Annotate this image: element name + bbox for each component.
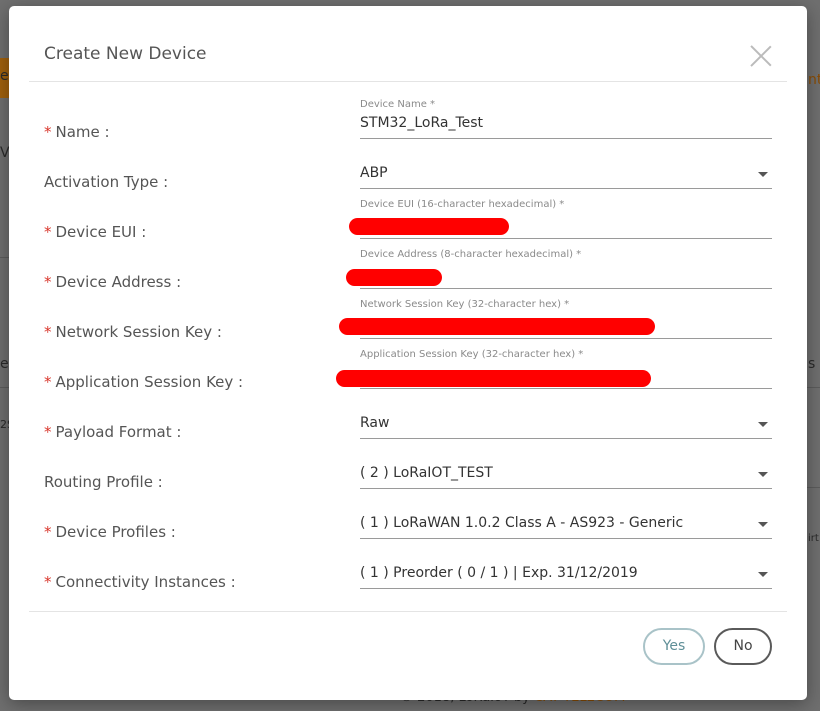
background-text-fragment: nt	[808, 72, 820, 88]
required-marker: *	[44, 273, 52, 291]
background-text-fragment: irt	[808, 533, 819, 544]
network-session-key-label: * Network Session Key :	[44, 323, 222, 341]
redaction-mark	[336, 370, 651, 387]
name-label: * Name :	[44, 123, 110, 141]
connectivity-instances-label: * Connectivity Instances :	[44, 573, 236, 591]
activation-type-row: Activation Type : ABP	[9, 143, 807, 193]
device-eui-row: * Device EUI : Device EUI (16-character h…	[9, 193, 807, 243]
close-icon[interactable]	[749, 44, 773, 68]
activation-type-label: Activation Type :	[44, 173, 169, 191]
redaction-mark	[349, 218, 509, 235]
modal-title: Create New Device	[44, 44, 207, 64]
network-session-key-float-label: Network Session Key (32-character hex) *	[360, 299, 570, 310]
application-session-key-row: * Application Session Key : Application S…	[9, 343, 807, 393]
application-session-key-float-label: Application Session Key (32-character he…	[360, 349, 584, 360]
payload-format-label: * Payload Format :	[44, 423, 182, 441]
device-name-input[interactable]: STM32_LoRa_Test	[360, 112, 772, 139]
chevron-down-icon	[758, 172, 768, 177]
background-text-fragment: e	[0, 68, 9, 84]
create-device-modal: Create New Device * Name : Device Name * …	[9, 6, 807, 700]
background-divider	[807, 487, 820, 488]
required-marker: *	[44, 223, 52, 241]
required-marker: *	[44, 373, 52, 391]
required-marker: *	[44, 423, 52, 441]
background-divider	[0, 257, 9, 258]
device-address-row: * Device Address : Device Address (8-char…	[9, 243, 807, 293]
name-float-label: Device Name *	[360, 99, 436, 110]
chevron-down-icon	[758, 472, 768, 477]
background-text-fragment: s	[808, 356, 816, 372]
payload-format-value: Raw	[360, 415, 390, 431]
device-name-value: STM32_LoRa_Test	[360, 115, 484, 131]
routing-profile-label: Routing Profile :	[44, 473, 163, 491]
network-session-key-row: * Network Session Key : Network Session K…	[9, 293, 807, 343]
device-address-float-label: Device Address (8-character hexadecimal)…	[360, 249, 582, 260]
connectivity-instances-value: ( 1 ) Preorder ( 0 / 1 ) | Exp. 31/12/20…	[360, 565, 638, 581]
connectivity-instances-row: * Connectivity Instances : ( 1 ) Preorder…	[9, 543, 807, 593]
chevron-down-icon	[758, 422, 768, 427]
required-marker: *	[44, 323, 52, 341]
background-divider	[0, 387, 9, 388]
no-button[interactable]: No	[714, 628, 772, 665]
device-profiles-row: * Device Profiles : ( 1 ) LoRaWAN 1.0.2 C…	[9, 493, 807, 543]
redaction-mark	[339, 318, 655, 335]
required-marker: *	[44, 123, 52, 141]
footer-divider	[29, 611, 787, 612]
chevron-down-icon	[758, 572, 768, 577]
activation-type-value: ABP	[360, 165, 388, 181]
header-divider	[29, 81, 787, 82]
payload-format-row: * Payload Format : Raw	[9, 393, 807, 443]
device-profiles-label: * Device Profiles :	[44, 523, 176, 541]
routing-profile-select[interactable]: ( 2 ) LoRaIOT_TEST	[360, 462, 772, 489]
device-eui-label: * Device EUI :	[44, 223, 147, 241]
activation-type-select[interactable]: ABP	[360, 162, 772, 189]
device-eui-float-label: Device EUI (16-character hexadecimal) *	[360, 199, 565, 210]
yes-button[interactable]: Yes	[643, 628, 705, 665]
device-address-label: * Device Address :	[44, 273, 182, 291]
routing-profile-value: ( 2 ) LoRaIOT_TEST	[360, 465, 493, 481]
redaction-mark	[346, 269, 442, 286]
name-row: * Name : Device Name * STM32_LoRa_Test	[9, 93, 807, 143]
device-profiles-select[interactable]: ( 1 ) LoRaWAN 1.0.2 Class A - AS923 - Ge…	[360, 512, 772, 539]
background-divider	[807, 387, 820, 388]
required-marker: *	[44, 523, 52, 541]
routing-profile-row: Routing Profile : ( 2 ) LoRaIOT_TEST	[9, 443, 807, 493]
connectivity-instances-select[interactable]: ( 1 ) Preorder ( 0 / 1 ) | Exp. 31/12/20…	[360, 562, 772, 589]
background-text-fragment: e	[0, 356, 9, 372]
required-marker: *	[44, 573, 52, 591]
payload-format-select[interactable]: Raw	[360, 412, 772, 439]
application-session-key-label: * Application Session Key :	[44, 373, 244, 391]
device-profiles-value: ( 1 ) LoRaWAN 1.0.2 Class A - AS923 - Ge…	[360, 515, 684, 531]
chevron-down-icon	[758, 522, 768, 527]
